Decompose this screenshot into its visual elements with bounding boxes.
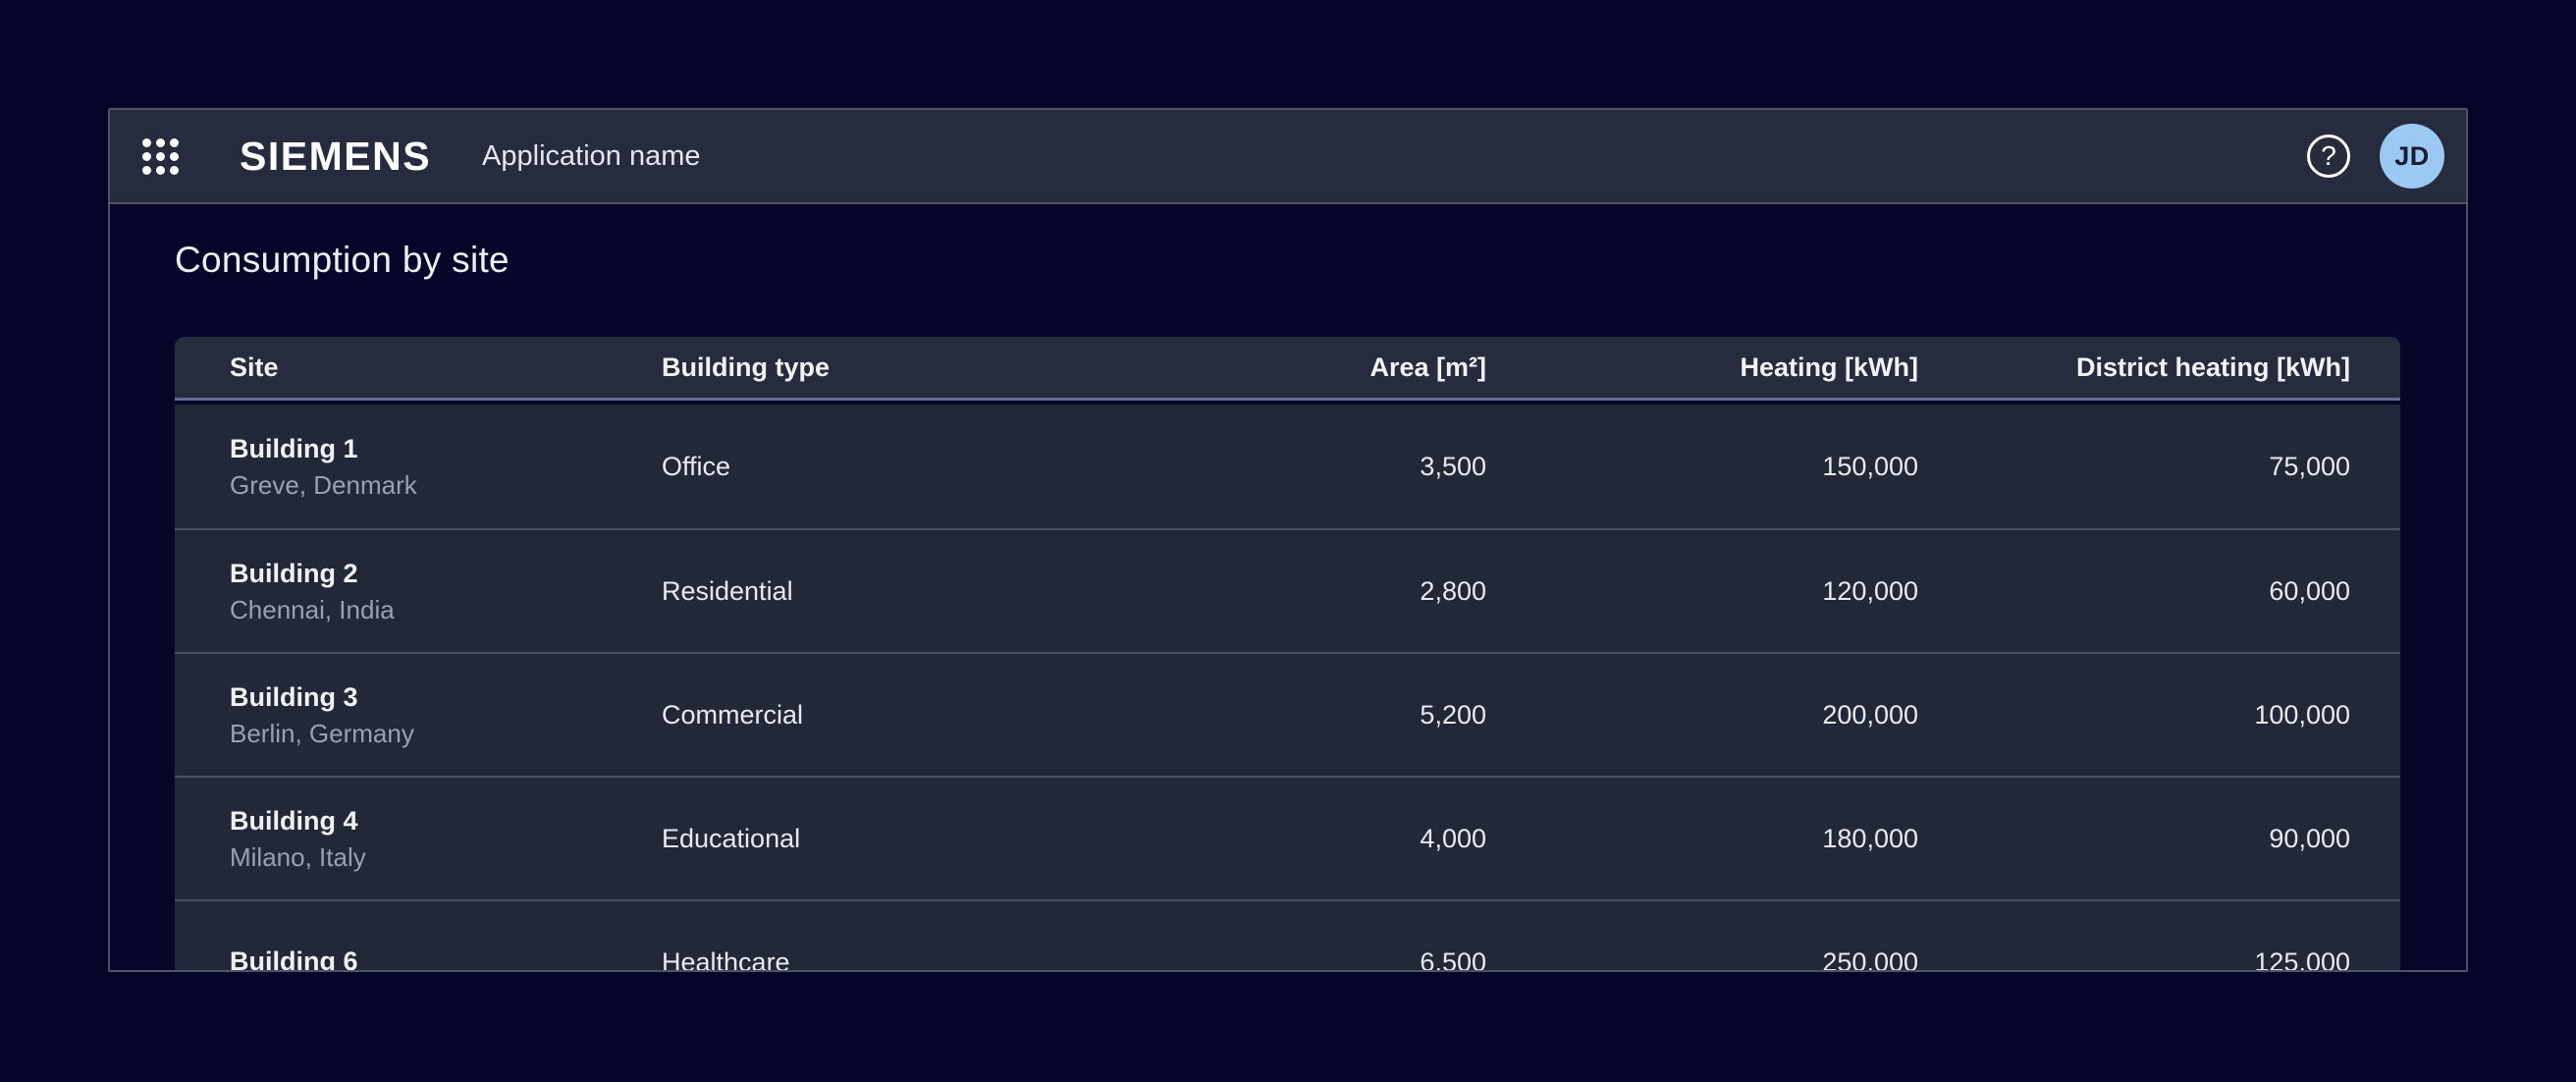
application-window: SIEMENS Application name ? JD Consumptio… <box>108 108 2468 972</box>
site-location: Milano, Italy <box>230 840 662 874</box>
heating-cell: 180,000 <box>1486 824 1918 854</box>
district-heating-cell: 75,000 <box>1918 452 2350 482</box>
site-name: Building 6 <box>230 944 662 972</box>
area-cell: 5,200 <box>1054 700 1486 730</box>
app-header-bar: SIEMENS Application name ? JD <box>110 110 2466 204</box>
heating-cell: 120,000 <box>1486 576 1918 607</box>
district-heating-cell: 60,000 <box>1918 576 2350 607</box>
building-type-cell: Healthcare <box>662 947 1054 973</box>
table-row: Building 6 Healthcare 6,500 250,000 125,… <box>175 899 2400 972</box>
district-heating-cell: 125,000 <box>1918 947 2350 973</box>
district-heating-cell: 90,000 <box>1918 824 2350 854</box>
building-type-cell: Commercial <box>662 700 1054 730</box>
building-type-cell: Office <box>662 452 1054 482</box>
site-name: Building 2 <box>230 556 662 591</box>
page-background: SIEMENS Application name ? JD Consumptio… <box>0 0 2576 1082</box>
page-title: Consumption by site <box>175 240 2401 281</box>
column-header-building-type: Building type <box>662 352 1054 383</box>
site-cell: Building 6 <box>230 944 662 972</box>
grid-dot <box>156 152 165 161</box>
consumption-table: Site Building type Area [m²] Heating [kW… <box>175 337 2400 972</box>
heating-cell: 250,000 <box>1486 947 1918 973</box>
district-heating-cell: 100,000 <box>1918 700 2350 730</box>
help-icon[interactable]: ? <box>2307 135 2350 178</box>
grid-dot <box>142 152 151 161</box>
building-type-cell: Residential <box>662 576 1054 607</box>
area-cell: 2,800 <box>1054 576 1486 607</box>
grid-dot <box>156 138 165 147</box>
grid-dot <box>170 138 179 147</box>
column-header-site: Site <box>230 352 662 383</box>
grid-dot <box>170 152 179 161</box>
site-location: Greve, Denmark <box>230 468 662 502</box>
heating-cell: 150,000 <box>1486 452 1918 482</box>
site-cell: Building 1 Greve, Denmark <box>230 431 662 502</box>
site-location: Chennai, India <box>230 593 662 626</box>
table-row: Building 4 Milano, Italy Educational 4,0… <box>175 776 2400 899</box>
site-cell: Building 3 Berlin, Germany <box>230 679 662 750</box>
table-row: Building 2 Chennai, India Residential 2,… <box>175 528 2400 652</box>
table-row: Building 3 Berlin, Germany Commercial 5,… <box>175 652 2400 776</box>
heating-cell: 200,000 <box>1486 700 1918 730</box>
site-cell: Building 4 Milano, Italy <box>230 803 662 874</box>
column-header-heating: Heating [kWh] <box>1486 352 1918 383</box>
area-cell: 6,500 <box>1054 947 1486 973</box>
site-location: Berlin, Germany <box>230 717 662 750</box>
site-name: Building 1 <box>230 431 662 466</box>
grid-dot <box>170 166 179 175</box>
app-launcher-icon[interactable] <box>142 138 179 175</box>
table-row: Building 1 Greve, Denmark Office 3,500 1… <box>175 405 2400 528</box>
column-header-district-heating: District heating [kWh] <box>1918 352 2350 383</box>
grid-dot <box>142 138 151 147</box>
site-name: Building 4 <box>230 803 662 839</box>
area-cell: 3,500 <box>1054 452 1486 482</box>
table-body: Building 1 Greve, Denmark Office 3,500 1… <box>175 405 2400 972</box>
table-header-row: Site Building type Area [m²] Heating [kW… <box>175 337 2400 401</box>
application-name-label: Application name <box>482 140 700 173</box>
site-cell: Building 2 Chennai, India <box>230 556 662 626</box>
grid-dot <box>142 166 151 175</box>
site-name: Building 3 <box>230 679 662 715</box>
user-avatar[interactable]: JD <box>2380 124 2444 189</box>
grid-dot <box>156 166 165 175</box>
siemens-logo: SIEMENS <box>240 134 431 180</box>
column-header-area: Area [m²] <box>1054 352 1486 383</box>
content-area: Consumption by site Site Building type A… <box>110 240 2466 972</box>
area-cell: 4,000 <box>1054 824 1486 854</box>
building-type-cell: Educational <box>662 824 1054 854</box>
